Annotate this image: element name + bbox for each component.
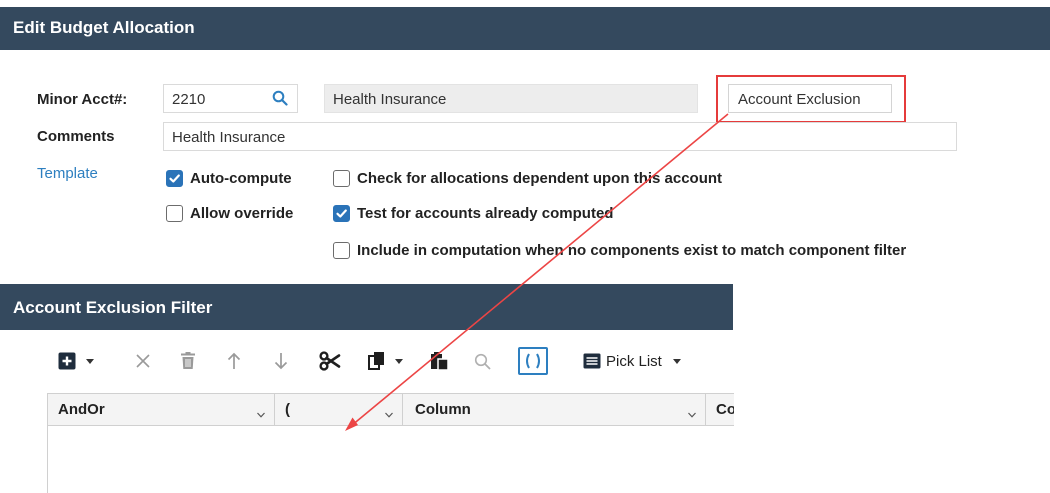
column-header-label: AndOr [58, 401, 105, 418]
delete-icon [135, 353, 151, 369]
scissors-icon [319, 351, 341, 371]
comments-input[interactable]: Health Insurance [163, 122, 957, 151]
checkbox-checked-icon[interactable] [333, 205, 350, 222]
arrow-down-icon [274, 352, 288, 370]
move-up-button[interactable] [224, 346, 244, 376]
add-icon [58, 352, 76, 370]
arrow-up-icon [227, 352, 241, 370]
minor-acct-description: Health Insurance [324, 84, 698, 113]
template-link[interactable]: Template [37, 165, 98, 182]
filter-panel-title: Account Exclusion Filter [0, 284, 733, 330]
chevron-down-icon[interactable] [688, 406, 696, 423]
paste-button[interactable] [429, 346, 451, 376]
parentheses-icon [524, 353, 542, 369]
trash-icon [180, 352, 196, 370]
include-no-components-label: Include in computation when no component… [357, 242, 907, 259]
search-icon [474, 353, 491, 370]
column-header-co[interactable]: Co [706, 394, 734, 425]
allow-override-label: Allow override [190, 205, 294, 222]
auto-compute-label: Auto-compute [190, 170, 292, 187]
pick-list-icon [583, 353, 601, 369]
pick-list-button[interactable]: Pick List [583, 346, 707, 376]
minor-acct-value: 2210 [172, 91, 206, 108]
column-header-column[interactable]: Column [403, 394, 706, 425]
chevron-down-icon[interactable] [257, 406, 265, 423]
chevron-down-icon [86, 358, 94, 364]
copy-icon [367, 351, 386, 371]
delete-button[interactable] [133, 346, 153, 376]
column-header-label: Column [415, 401, 471, 418]
page-title: Edit Budget Allocation [0, 7, 1050, 50]
paste-icon [430, 351, 450, 371]
find-button[interactable] [472, 346, 492, 376]
move-down-button[interactable] [271, 346, 291, 376]
column-header-label: ( [285, 401, 290, 418]
filter-toolbar: Pick List [52, 346, 732, 376]
comments-label: Comments [37, 128, 115, 145]
trash-button[interactable] [178, 346, 198, 376]
checkbox-unchecked-icon[interactable] [333, 170, 350, 187]
chevron-down-icon [394, 358, 403, 364]
include-no-components-checkbox[interactable]: Include in computation when no component… [333, 242, 906, 259]
pick-list-label: Pick List [606, 352, 662, 370]
test-accounts-computed-label: Test for accounts already computed [357, 205, 614, 222]
add-button[interactable] [52, 346, 100, 376]
column-header-andor[interactable]: AndOr [48, 394, 275, 425]
parentheses-button[interactable] [518, 347, 548, 375]
check-dependent-allocations-label: Check for allocations dependent upon thi… [357, 170, 723, 187]
chevron-down-icon[interactable] [385, 406, 393, 423]
column-header-open-paren[interactable]: ( [275, 394, 403, 425]
copy-button[interactable] [362, 346, 408, 376]
comments-value: Health Insurance [172, 129, 286, 146]
allow-override-checkbox[interactable]: Allow override [166, 205, 293, 222]
cut-button[interactable] [318, 346, 342, 376]
checkbox-unchecked-icon[interactable] [166, 205, 183, 222]
checkbox-unchecked-icon[interactable] [333, 242, 350, 259]
auto-compute-checkbox[interactable]: Auto-compute [166, 170, 292, 187]
check-dependent-allocations-checkbox[interactable]: Check for allocations dependent upon thi… [333, 170, 722, 187]
chevron-down-icon [672, 358, 681, 364]
filter-grid: AndOr ( Column Co [47, 393, 734, 493]
column-header-label: Co [716, 401, 734, 418]
account-exclusion-button[interactable]: Account Exclusion [728, 84, 892, 113]
search-icon[interactable] [272, 90, 288, 106]
checkbox-checked-icon[interactable] [166, 170, 183, 187]
minor-acct-label: Minor Acct#: [37, 91, 128, 108]
test-accounts-computed-checkbox[interactable]: Test for accounts already computed [333, 205, 613, 222]
grid-header: AndOr ( Column Co [48, 393, 734, 426]
minor-acct-description-text: Health Insurance [333, 91, 447, 108]
